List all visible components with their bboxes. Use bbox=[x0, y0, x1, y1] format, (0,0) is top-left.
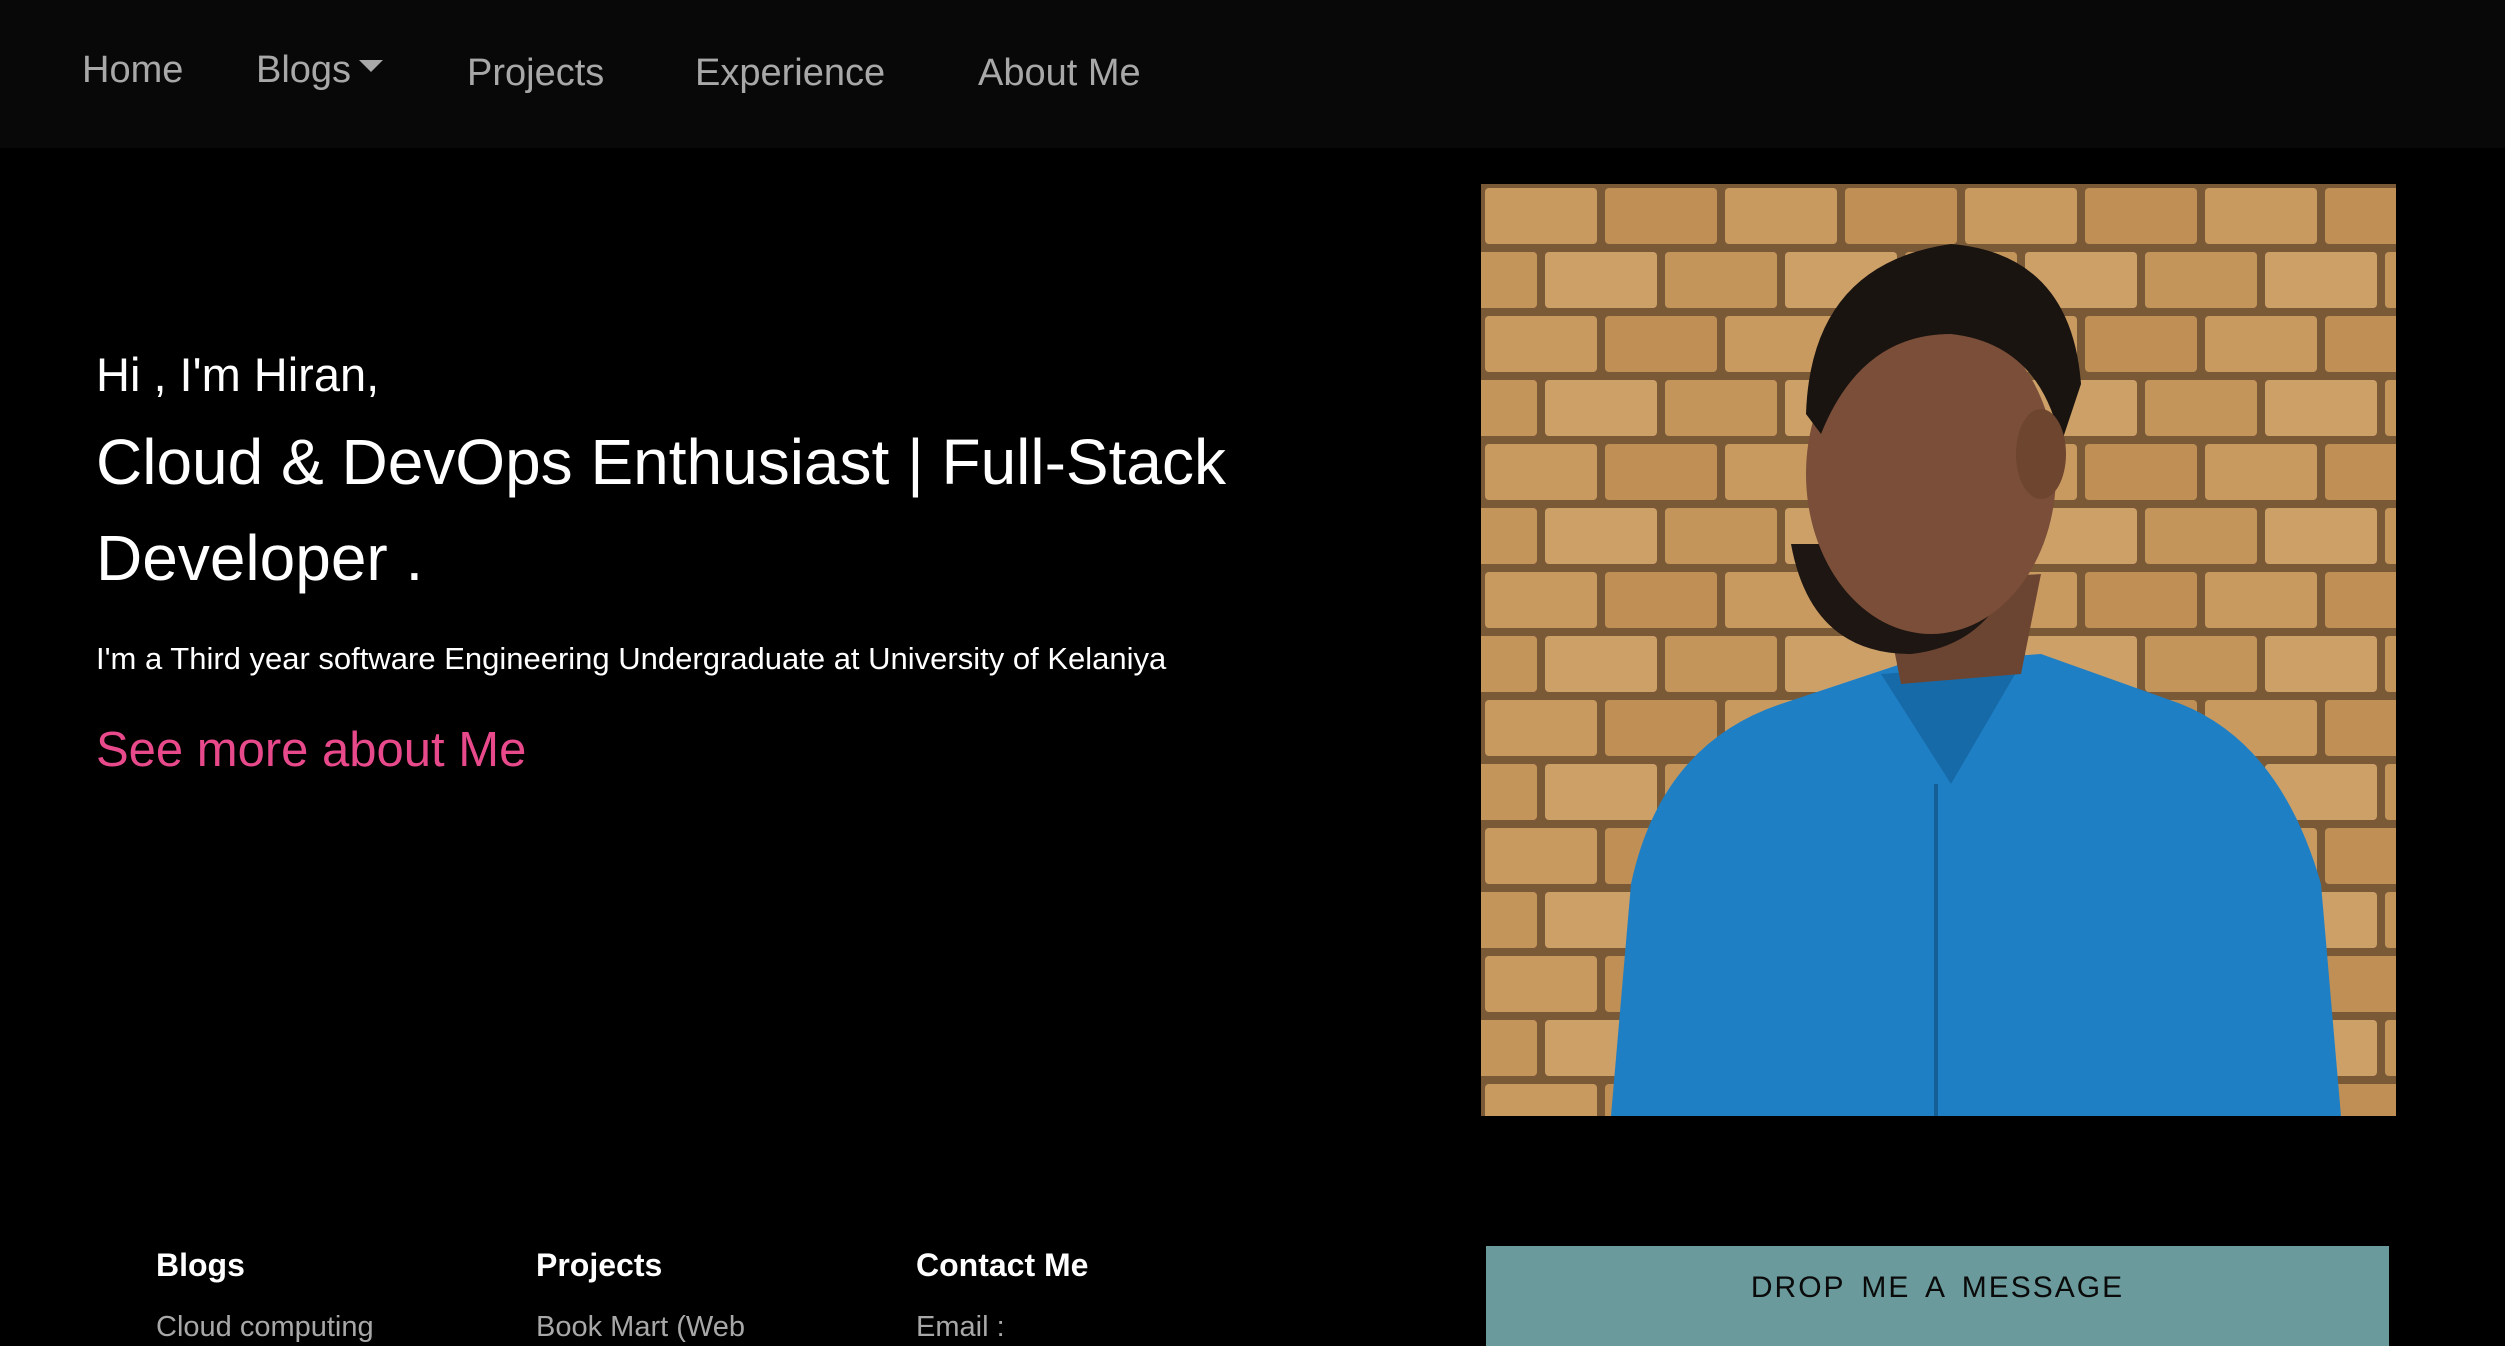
hero-title: Cloud & DevOps Enthusiast | Full-Stack D… bbox=[96, 426, 1226, 594]
contact-message-panel: DROP ME A MESSAGE bbox=[1486, 1246, 2389, 1346]
footer-projects-heading: Projects bbox=[536, 1247, 663, 1283]
footer-contact-heading: Contact Me bbox=[916, 1247, 1089, 1283]
navbar: Home Blogs Projects Experience About Me bbox=[0, 0, 2505, 148]
nav-experience-link[interactable]: Experience bbox=[695, 51, 885, 95]
caret-down-icon bbox=[359, 59, 384, 72]
nav-blogs-dropdown[interactable]: Blogs bbox=[256, 48, 384, 92]
footer-blogs-heading: Blogs bbox=[156, 1247, 245, 1283]
message-panel-title: DROP ME A MESSAGE bbox=[1750, 1271, 2125, 1304]
footer-project-link[interactable]: Book Mart (Web bbox=[536, 1310, 745, 1344]
nav-about-link[interactable]: About Me bbox=[978, 51, 1141, 95]
see-more-about-me-link[interactable]: See more about Me bbox=[96, 722, 526, 778]
footer-email-label: Email : bbox=[916, 1311, 1005, 1343]
footer-blog-link[interactable]: Cloud computing bbox=[156, 1310, 374, 1344]
nav-projects-link[interactable]: Projects bbox=[467, 51, 604, 95]
hero-greeting: Hi , I'm Hiran, bbox=[96, 348, 380, 401]
nav-home-link[interactable]: Home bbox=[82, 48, 183, 92]
profile-photo bbox=[1481, 184, 2396, 1116]
nav-blogs-label: Blogs bbox=[256, 49, 352, 91]
hero-subtitle: I'm a Third year software Engineering Un… bbox=[96, 641, 1167, 676]
